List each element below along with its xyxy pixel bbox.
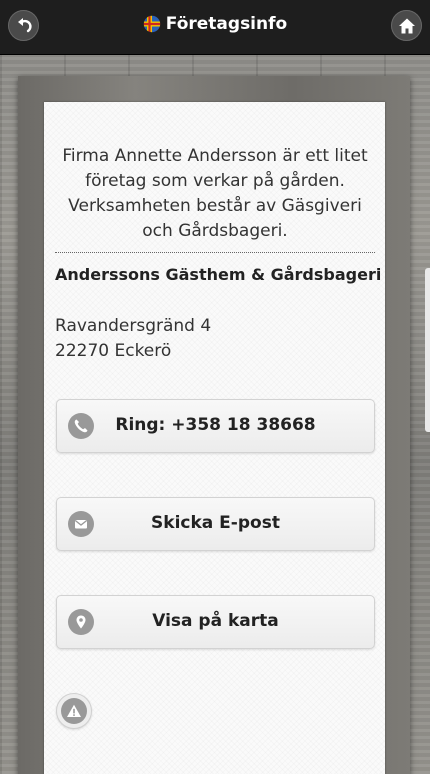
map-button-label: Visa på karta bbox=[152, 611, 279, 631]
home-icon bbox=[398, 18, 415, 33]
call-button[interactable]: Ring: +358 18 38668 bbox=[56, 399, 375, 453]
call-button-label: Ring: +358 18 38668 bbox=[115, 415, 316, 435]
intro-line: och Gårdsbageri. bbox=[142, 221, 288, 241]
address-street: Ravandersgränd 4 bbox=[55, 316, 212, 336]
home-button[interactable] bbox=[391, 10, 422, 41]
address-postal-city: 22270 Eckerö bbox=[55, 341, 172, 361]
intro-line: Verksamheten består av Gäsgiveri bbox=[68, 196, 362, 216]
dotted-divider bbox=[55, 252, 375, 253]
intro-line: Firma Annette Andersson är ett litet bbox=[62, 146, 368, 166]
company-address: Ravandersgränd 4 22270 Eckerö bbox=[55, 314, 211, 364]
app-screen: Företagsinfo Firma Annette Andersson är … bbox=[0, 0, 430, 774]
header-bar: Företagsinfo bbox=[0, 0, 430, 55]
company-name: Anderssons Gästhem & Gårdsbageri bbox=[55, 265, 382, 284]
email-button[interactable]: Skicka E-post bbox=[56, 497, 375, 551]
email-button-label: Skicka E-post bbox=[151, 513, 280, 533]
page-title: Företagsinfo bbox=[165, 14, 288, 34]
map-button[interactable]: Visa på karta bbox=[56, 595, 375, 649]
report-button[interactable] bbox=[56, 693, 92, 729]
warning-icon bbox=[61, 698, 87, 724]
scroll-edge-handle[interactable] bbox=[425, 268, 430, 432]
header-title-wrap: Företagsinfo bbox=[0, 14, 430, 34]
intro-text: Firma Annette Andersson är ett litet för… bbox=[55, 144, 375, 244]
aland-flag-icon bbox=[142, 15, 161, 33]
intro-line: företag som verkar på gården. bbox=[85, 171, 345, 191]
